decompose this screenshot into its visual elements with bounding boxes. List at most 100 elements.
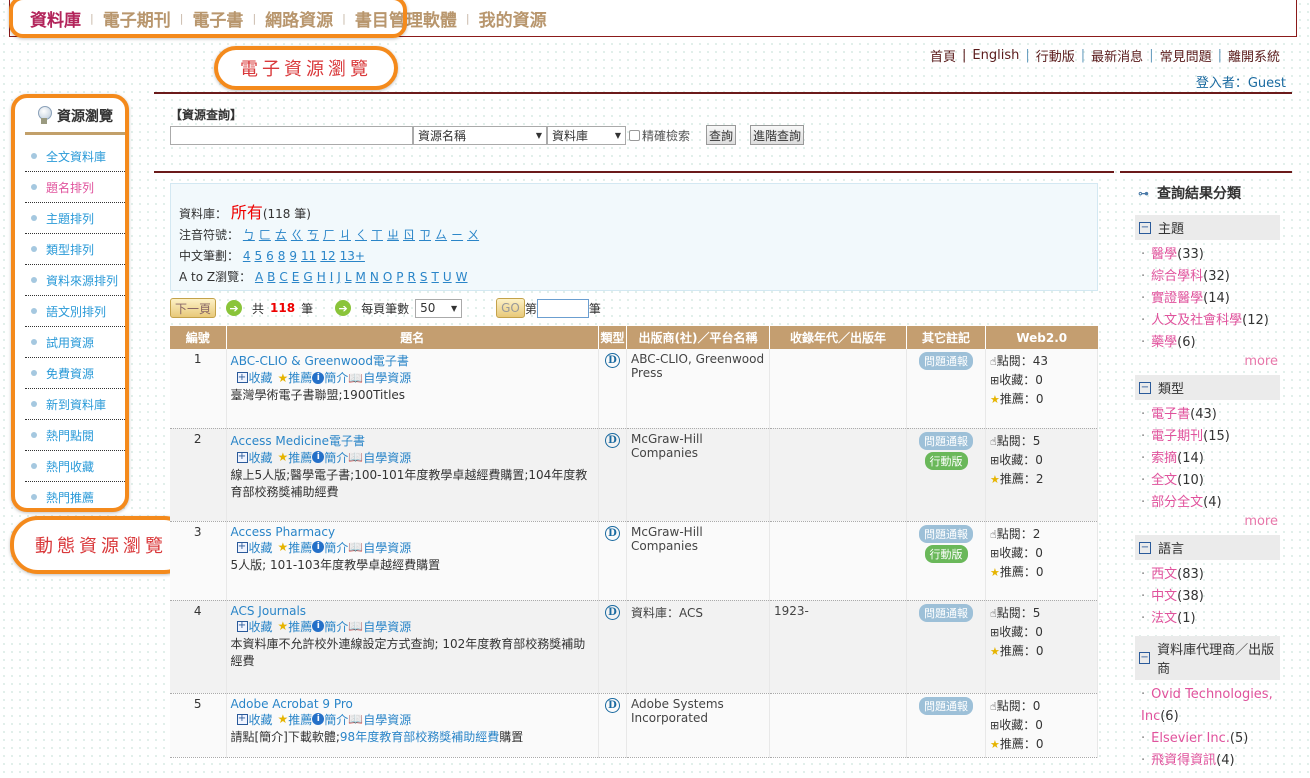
nav-reference-manager[interactable]: 書目管理軟體 [355, 6, 457, 31]
sidebar-item-free[interactable]: 免費資源 [25, 358, 125, 389]
zhuyin-link[interactable]: ㄧ [451, 228, 463, 242]
sidebar-item-fulltext[interactable]: 全文資料庫 [25, 141, 125, 172]
link-faq[interactable]: 常見問題 [1160, 46, 1212, 65]
facet-link[interactable]: 醫學 [1151, 247, 1177, 262]
search-button[interactable]: 查詢 [706, 125, 737, 145]
more-link[interactable]: more [1244, 354, 1278, 369]
sidebar-item-popular-collects[interactable]: 熱門收藏 [25, 451, 125, 482]
facet-link[interactable]: 索摘 [1151, 451, 1177, 466]
stroke-link[interactable]: 4 [243, 249, 251, 263]
link-home[interactable]: 首頁 [930, 46, 956, 65]
facet-link[interactable]: 實證醫學 [1151, 291, 1203, 306]
sidebar-item-label[interactable]: 熱門收藏 [46, 458, 94, 475]
link-news[interactable]: 最新消息 [1091, 46, 1143, 65]
facet-group-header[interactable]: − 資料庫代理商／出版商 [1135, 636, 1280, 680]
nav-ebooks[interactable]: 電子書 [192, 6, 243, 31]
nav-web-resources[interactable]: 網路資源 [265, 6, 333, 31]
sidebar-item-label[interactable]: 熱門點閱 [46, 427, 94, 444]
facet-group-header[interactable]: − 主題 [1135, 215, 1280, 240]
sidebar-item-label[interactable]: 熱門推薦 [46, 489, 94, 506]
az-link[interactable]: T [432, 270, 439, 284]
recommend-link[interactable]: 推薦 [288, 618, 312, 635]
nav-my-resources[interactable]: 我的資源 [479, 6, 547, 31]
az-link[interactable]: R [408, 270, 416, 284]
mobile-badge[interactable]: 行動版 [924, 544, 968, 563]
per-page-select[interactable]: 50 ▼ [415, 298, 463, 318]
collect-link[interactable]: 收藏 [249, 539, 273, 556]
sidebar-item-label[interactable]: 免費資源 [46, 365, 94, 382]
sidebar-item-by-type[interactable]: 類型排列 [25, 234, 125, 265]
sidebar-item-label[interactable]: 資料來源排列 [46, 272, 118, 289]
az-link[interactable]: L [345, 270, 352, 284]
az-link[interactable]: B [267, 270, 275, 284]
exact-search-checkbox[interactable] [629, 129, 640, 141]
zhuyin-link[interactable]: ㄍ [291, 228, 303, 242]
link-mobile[interactable]: 行動版 [1036, 46, 1075, 65]
go-button[interactable]: GO [496, 298, 525, 318]
sidebar-item-by-title[interactable]: 題名排列 [25, 172, 125, 203]
collapse-icon[interactable]: − [1139, 381, 1151, 394]
link-english[interactable]: English [972, 48, 1019, 63]
facet-link[interactable]: 部分全文 [1151, 495, 1203, 510]
zhuyin-link[interactable]: ㄅ [243, 228, 255, 242]
zhuyin-link[interactable]: ㄊ [275, 228, 287, 242]
stroke-link[interactable]: 8 [278, 249, 286, 263]
description-link[interactable]: 98年度教育部校務獎補助經費 [340, 730, 499, 744]
az-link[interactable]: U [443, 270, 452, 284]
collect-link[interactable]: 收藏 [249, 369, 273, 386]
mobile-badge[interactable]: 行動版 [924, 451, 968, 470]
report-problem-badge[interactable]: 問題通報 [919, 603, 973, 622]
resource-title-link[interactable]: Access Medicine電子書 [231, 434, 366, 448]
sidebar-item-popular-recommends[interactable]: 熱門推薦 [25, 482, 125, 508]
facet-link[interactable]: 西文 [1151, 567, 1177, 582]
az-link[interactable]: W [456, 270, 468, 284]
zhuyin-link[interactable]: ㄓ [387, 228, 399, 242]
sidebar-item-by-language[interactable]: 語文別排列 [25, 296, 125, 327]
sidebar-item-label[interactable]: 主題排列 [46, 210, 94, 227]
stroke-link[interactable]: 6 [266, 249, 274, 263]
az-link[interactable]: J [337, 270, 341, 284]
self-study-link[interactable]: 自學資源 [363, 711, 411, 728]
nav-databases[interactable]: 資料庫 [30, 6, 81, 31]
collapse-icon[interactable]: − [1139, 652, 1151, 664]
az-link[interactable]: S [420, 270, 428, 284]
facet-link[interactable]: 電子書 [1151, 407, 1190, 422]
next-page-button[interactable]: 下一頁 [170, 298, 217, 318]
intro-link[interactable]: 簡介 [324, 449, 348, 466]
collect-link[interactable]: 收藏 [249, 711, 273, 728]
report-problem-badge[interactable]: 問題通報 [919, 431, 973, 450]
link-logout[interactable]: 離開系統 [1228, 46, 1280, 65]
recommend-link[interactable]: 推薦 [288, 449, 312, 466]
sidebar-item-label[interactable]: 全文資料庫 [46, 148, 106, 165]
search-field-select[interactable]: 資源名稱 ▼ [413, 125, 547, 145]
resource-title-link[interactable]: Adobe Acrobat 9 Pro [231, 697, 353, 711]
zhuyin-link[interactable]: ㄐ [339, 228, 351, 242]
zhuyin-link[interactable]: ㄨ [467, 228, 479, 242]
stroke-link[interactable]: 12 [320, 249, 335, 263]
facet-link[interactable]: 全文 [1151, 473, 1177, 488]
az-link[interactable]: E [292, 270, 300, 284]
recommend-link[interactable]: 推薦 [288, 369, 312, 386]
sidebar-item-label[interactable]: 試用資源 [46, 334, 94, 351]
facet-group-header[interactable]: − 類型 [1135, 375, 1280, 400]
az-link[interactable]: C [279, 270, 287, 284]
resource-title-link[interactable]: ABC-CLIO & Greenwood電子書 [231, 354, 409, 368]
sidebar-item-label[interactable]: 新到資料庫 [46, 396, 106, 413]
facet-link[interactable]: Elsevier Inc. [1151, 731, 1230, 746]
recommend-link[interactable]: 推薦 [288, 711, 312, 728]
resource-title-link[interactable]: ACS Journals [231, 604, 307, 618]
facet-group-header[interactable]: − 語言 [1135, 535, 1280, 560]
collapse-icon[interactable]: − [1139, 221, 1151, 234]
az-link[interactable]: P [396, 270, 403, 284]
recommend-link[interactable]: 推薦 [288, 539, 312, 556]
intro-link[interactable]: 簡介 [324, 539, 348, 556]
self-study-link[interactable]: 自學資源 [363, 369, 411, 386]
sidebar-item-label[interactable]: 語文別排列 [46, 303, 106, 320]
search-scope-select[interactable]: 資料庫 ▼ [547, 125, 626, 145]
facet-link[interactable]: 人文及社會科學 [1151, 313, 1242, 328]
zhuyin-link[interactable]: ㄑ [355, 228, 367, 242]
facet-link[interactable]: 綜合學科 [1151, 269, 1203, 284]
az-link[interactable]: I [330, 270, 334, 284]
stroke-link[interactable]: 9 [289, 249, 297, 263]
zhuyin-link[interactable]: ㄈ [259, 228, 271, 242]
